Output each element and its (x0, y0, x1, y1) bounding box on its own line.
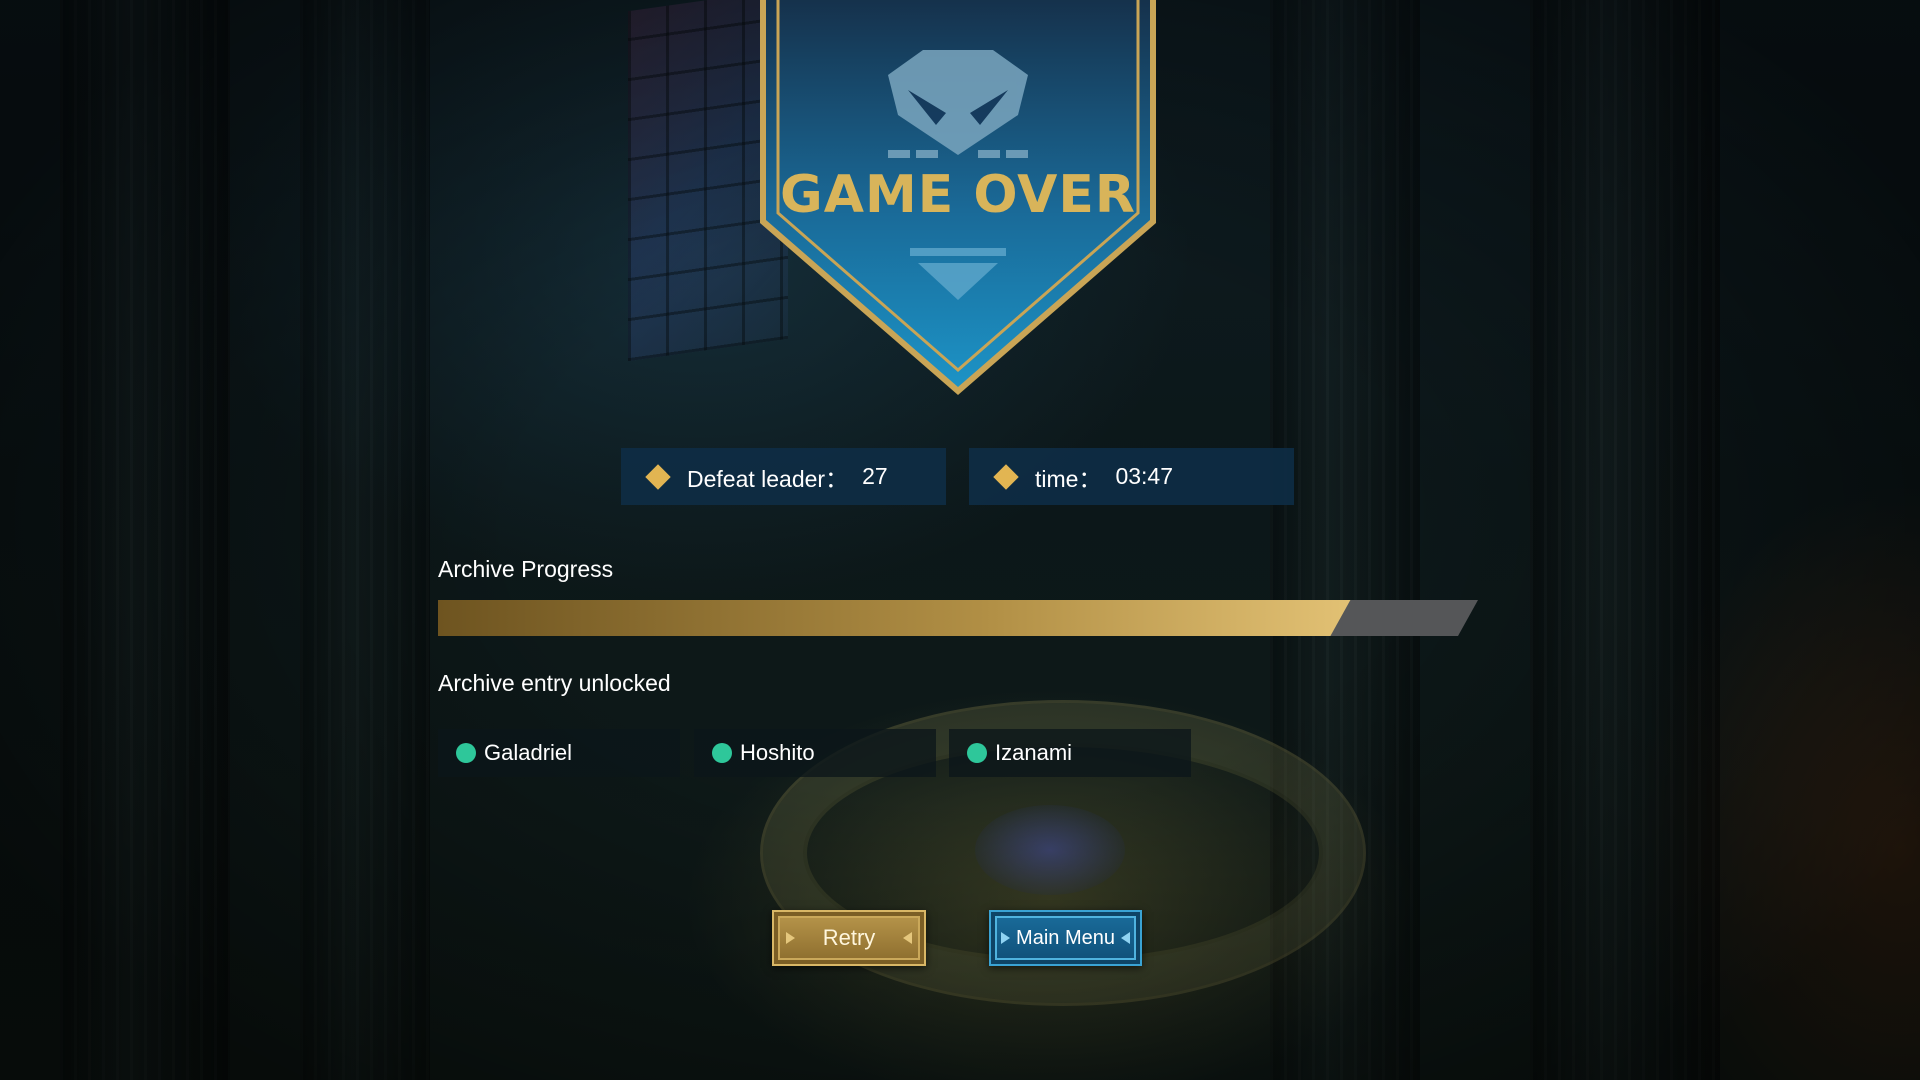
archive-progress-bar (438, 600, 1478, 636)
arrow-left-icon (903, 932, 912, 944)
archive-entry: Izanami (949, 729, 1191, 777)
game-over-screen: GAME OVER Defeat leader： 27 time： 03:47 … (0, 0, 1920, 1080)
arrow-right-icon (1001, 932, 1010, 944)
main-menu-button[interactable]: Main Menu (989, 910, 1142, 966)
stat-label: Defeat leader： (687, 465, 849, 492)
entry-dot-icon (967, 743, 987, 763)
archive-unlocked-label: Archive entry unlocked (438, 670, 671, 696)
entry-dot-icon (712, 743, 732, 763)
time-stat: time： 03:47 (969, 448, 1294, 505)
archive-entry: Galadriel (438, 729, 680, 777)
diamond-icon (645, 463, 671, 490)
archive-entry: Hoshito (694, 729, 936, 777)
retry-button-label: Retry (822, 925, 876, 950)
game-over-title: GAME OVER (780, 165, 1136, 225)
game-over-banner: GAME OVER (758, 0, 1158, 400)
archive-entry-name: Hoshito (740, 740, 815, 765)
stat-label: time： (1035, 465, 1102, 492)
main-menu-button-label: Main Menu (1016, 926, 1115, 949)
archive-entry-name: Galadriel (484, 740, 573, 765)
defeat-leader-stat: Defeat leader： 27 (621, 448, 946, 505)
archive-progress-fill (438, 600, 1351, 636)
arrow-left-icon (1121, 932, 1130, 944)
stat-value: 03:47 (1115, 463, 1174, 489)
diamond-icon (993, 463, 1019, 490)
arrow-right-icon (786, 932, 795, 944)
archive-progress-label: Archive Progress (438, 556, 614, 582)
archive-entry-name: Izanami (995, 740, 1073, 765)
stat-value: 27 (862, 463, 888, 489)
entry-dot-icon (456, 743, 476, 763)
retry-button[interactable]: Retry (772, 910, 926, 966)
